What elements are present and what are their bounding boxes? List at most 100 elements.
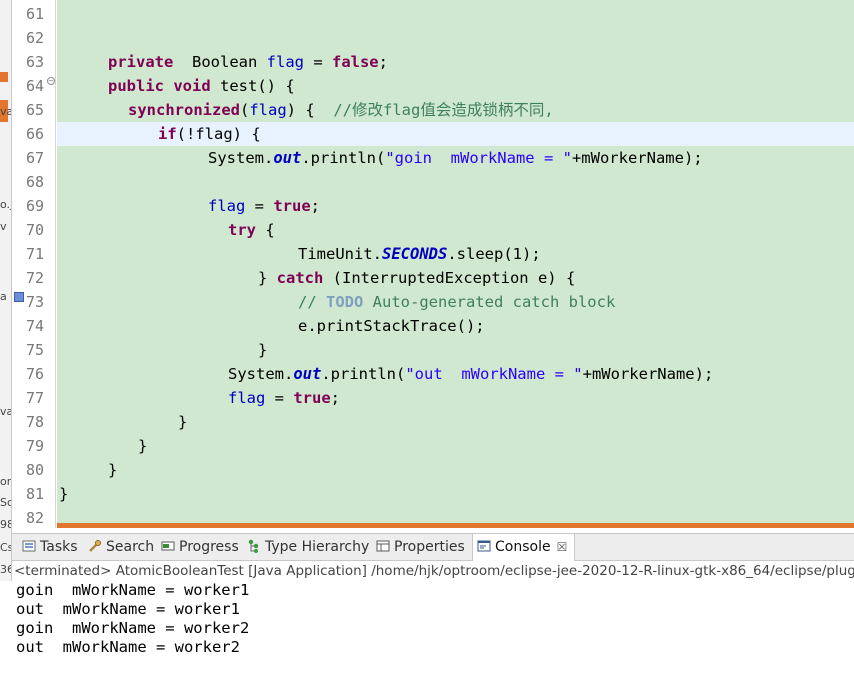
keyword: private: [108, 53, 174, 71]
comment-token: //: [298, 293, 326, 311]
line-number: 61: [26, 5, 45, 23]
comment-token: //修改flag值会造成锁柄不同,: [333, 101, 554, 119]
code-text: +mWorkerName);: [571, 149, 703, 167]
tasks-icon: [22, 540, 36, 552]
tab-progress[interactable]: Progress: [157, 534, 239, 561]
line-number: 76: [26, 365, 45, 383]
keyword: true: [273, 197, 311, 215]
code-line-78[interactable]: }: [57, 410, 854, 434]
code-text: =: [245, 197, 274, 215]
code-text: ) {: [286, 101, 334, 119]
todo-tag: TODO: [326, 293, 364, 311]
code-text: (: [239, 101, 250, 119]
keyword: if: [158, 125, 177, 143]
line-number: 75: [26, 341, 45, 359]
line-number: 62: [26, 29, 45, 47]
strip-fragment: o.j: [0, 198, 12, 211]
code-text: =: [303, 53, 332, 71]
strip-fragment: va: [0, 405, 12, 418]
code-line-81[interactable]: }: [57, 482, 854, 506]
task-annotation-icon[interactable]: [14, 292, 24, 302]
console-line: goin mWorkName = worker1: [16, 581, 250, 599]
static-field-token: out: [293, 365, 322, 383]
tab-label: Search: [106, 539, 155, 555]
console-output[interactable]: goin mWorkName = worker1 out mWorkName =…: [12, 581, 854, 693]
code-line-74[interactable]: e.printStackTrace();: [57, 314, 854, 338]
tab-search[interactable]: Search: [84, 534, 154, 561]
tab-label: Tasks: [40, 539, 78, 555]
line-number-ruler[interactable]: 61 62 63 64 − 65 66 67 68 69 70 71 72 73…: [12, 0, 56, 528]
code-text: System.: [208, 149, 274, 167]
code-line-69[interactable]: flag = true;: [57, 194, 854, 218]
field-token: flag: [266, 53, 304, 71]
console-process-label: <terminated> AtomicBooleanTest [Java App…: [12, 561, 854, 581]
strip-fragment: a: [0, 290, 7, 303]
code-editor[interactable]: private Boolean flag = false; public voi…: [57, 0, 854, 528]
code-text: +mWorkerName);: [582, 365, 714, 383]
type-hierarchy-icon: [248, 539, 259, 553]
line-number: 66: [26, 125, 45, 143]
code-text: TimeUnit.: [298, 245, 382, 263]
strip-fragment: v: [0, 220, 7, 233]
line-number: 70: [26, 221, 45, 239]
line-number: 74: [26, 317, 45, 335]
selection-marker: [0, 72, 8, 82]
strip-fragment: or: [0, 475, 12, 488]
tab-console[interactable]: Console ☒: [472, 534, 575, 561]
line-number: 79: [26, 437, 45, 455]
code-text: .sleep(1);: [447, 245, 541, 263]
tab-properties[interactable]: Properties: [372, 534, 465, 561]
code-line-79[interactable]: }: [57, 434, 854, 458]
code-line-64[interactable]: public void test() {: [57, 74, 854, 98]
code-line-67[interactable]: System.out.println("goin mWorkName = "+m…: [57, 146, 854, 170]
keyword: false: [331, 53, 379, 71]
strip-fragment: Sc: [0, 496, 12, 509]
field-token: flag: [208, 197, 246, 215]
tab-type-hierarchy[interactable]: Type Hierarchy: [243, 534, 369, 561]
code-text: ;: [378, 53, 388, 71]
tab-label: Properties: [394, 539, 465, 555]
code-line-76[interactable]: System.out.println("out mWorkName = "+mW…: [57, 362, 854, 386]
code-line-72[interactable]: } catch (InterruptedException e) {: [57, 266, 854, 290]
line-number: 68: [26, 173, 45, 191]
code-text: (!flag) {: [176, 125, 261, 143]
line-number: 71: [26, 245, 45, 263]
line-number: 77: [26, 389, 45, 407]
code-line-75[interactable]: }: [57, 338, 854, 362]
console-line: goin mWorkName = worker2: [16, 619, 250, 637]
code-line-80[interactable]: }: [57, 458, 854, 482]
static-field-token: out: [273, 149, 302, 167]
line-number: 72: [26, 269, 45, 287]
code-line-66-current[interactable]: if(!flag) {: [57, 122, 854, 146]
code-line-73[interactable]: // TODO Auto-generated catch block: [57, 290, 854, 314]
close-icon[interactable]: ☒: [557, 540, 568, 554]
properties-icon: [376, 540, 390, 552]
search-icon: [89, 540, 101, 552]
tab-tasks[interactable]: Tasks: [18, 534, 78, 561]
keyword: void: [173, 77, 211, 95]
line-number: 78: [26, 413, 45, 431]
code-text: test() {: [210, 77, 295, 95]
keyword: synchronized: [128, 101, 240, 119]
code-line-71[interactable]: TimeUnit.SECONDS.sleep(1);: [57, 242, 854, 266]
keyword: true: [293, 389, 331, 407]
code-text: (InterruptedException e) {: [323, 269, 576, 287]
line-number: 63: [26, 53, 45, 71]
line-number: 81: [26, 485, 45, 503]
line-number: 67: [26, 149, 45, 167]
code-line-63[interactable]: private Boolean flag = false;: [57, 50, 854, 74]
tab-label: Progress: [179, 539, 239, 555]
editor-bottom-border: [57, 523, 854, 528]
strip-fragment: Cs: [0, 541, 11, 554]
fold-toggle-icon[interactable]: −: [47, 77, 55, 85]
code-line-65[interactable]: synchronized(flag) { //修改flag值会造成锁柄不同,: [57, 98, 854, 122]
line-number: 82: [26, 509, 45, 527]
console-line: out mWorkName = worker1: [16, 600, 240, 618]
tab-label: Console: [495, 539, 551, 555]
code-text: ;: [310, 197, 320, 215]
code-line-70[interactable]: try {: [57, 218, 854, 242]
code-text: =: [265, 389, 294, 407]
code-line-77[interactable]: flag = true;: [57, 386, 854, 410]
code-text: {: [256, 221, 275, 239]
line-number: 80: [26, 461, 45, 479]
